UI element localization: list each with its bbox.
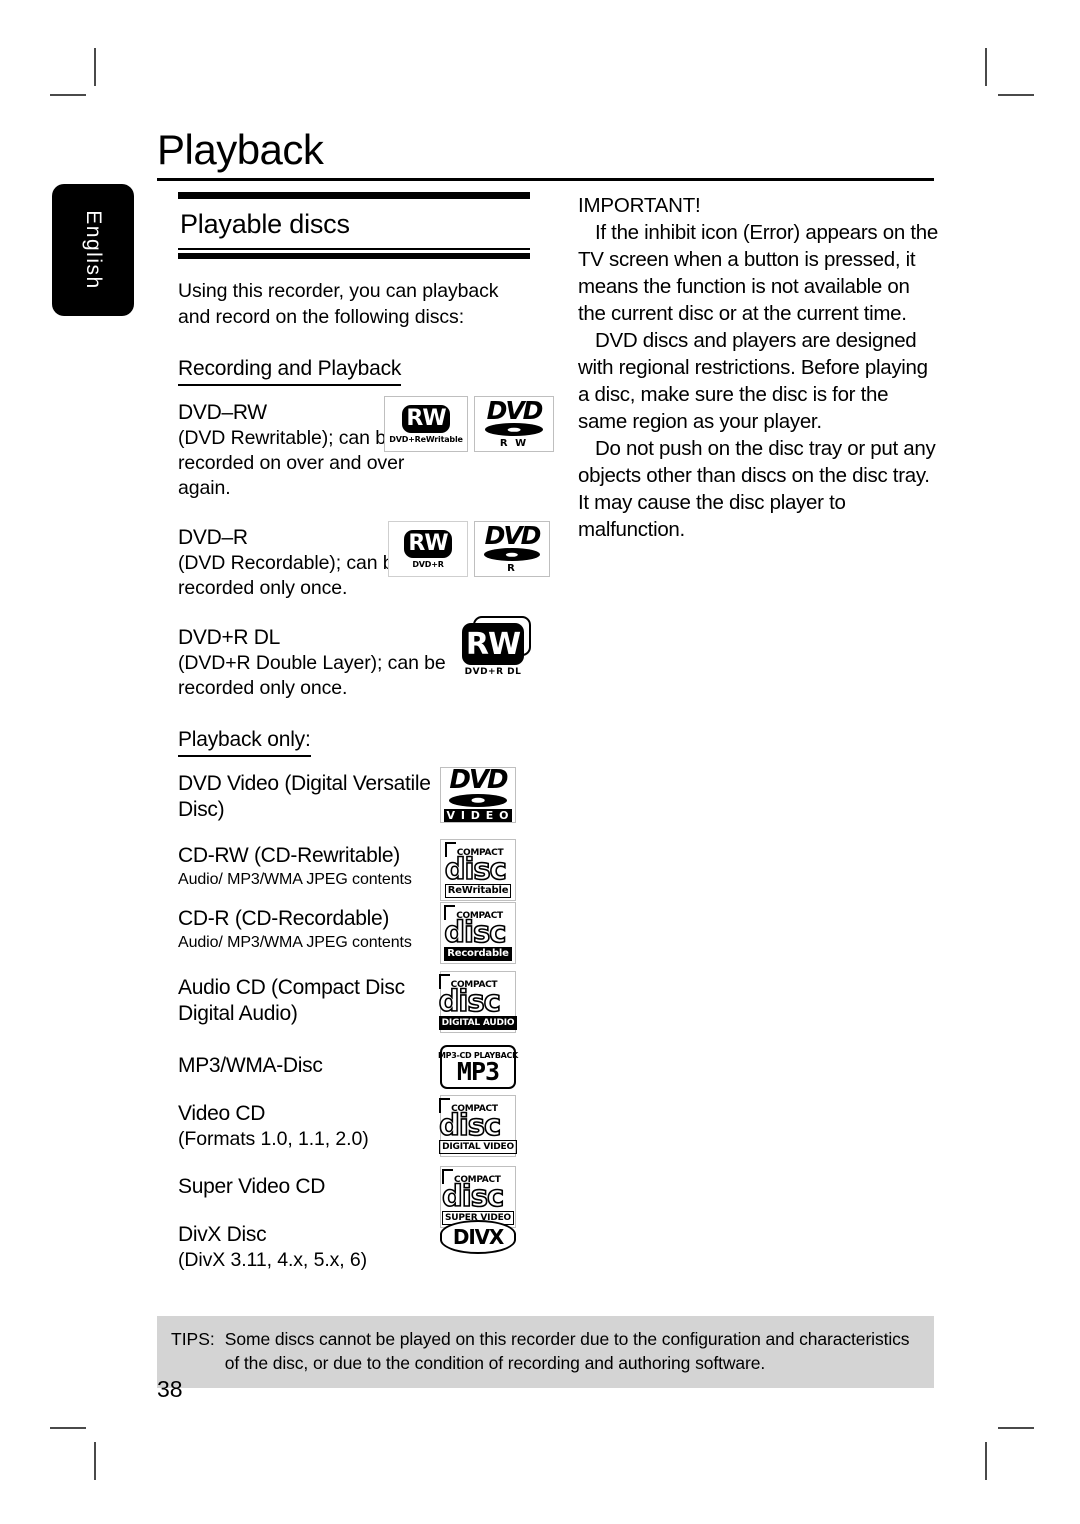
logo-caption: V I D E O	[443, 808, 513, 822]
disc-name: Super Video CD	[178, 1175, 326, 1198]
logo-group: COMPACT disc DIGITAL VIDEO	[438, 1095, 517, 1157]
logo-wordmark: DVD	[449, 765, 508, 796]
page-title-rule	[157, 178, 934, 181]
disc-name: CD-RW (CD-Rewritable)	[178, 844, 400, 867]
important-paragraph-3: Do not push on the disc tray or put any …	[578, 437, 936, 541]
language-tab: English	[52, 184, 134, 316]
logo-tag: DIGITAL VIDEO	[439, 1140, 517, 1154]
language-tab-label: English	[82, 210, 105, 290]
crop-mark-top-left-horizontal	[50, 94, 86, 96]
compact-disc-rewritable-logo: COMPACT disc ReWritable	[440, 839, 516, 901]
logo-group: COMPACT disc ReWritable	[440, 839, 516, 901]
disc-description: Audio/ MP3/WMA JPEG contents	[178, 934, 412, 951]
page-title: Playback	[157, 126, 324, 173]
disc-entry-dvd-video: DVD Video (Digital Versatile Disc) DVD V…	[178, 767, 530, 823]
disc-name: CD-R (CD-Recordable)	[178, 907, 390, 930]
dvd-rw-logo: DVD R W	[474, 396, 554, 452]
right-column: IMPORTANT! If the inhibit icon (Error) a…	[578, 192, 938, 543]
disc-name-line2: Disc)	[178, 798, 225, 821]
disc-name: Video CD	[178, 1102, 266, 1125]
logo-group: MP3-CD PLAYBACK MP3	[438, 1045, 518, 1089]
logo-caption: DVD+R	[412, 559, 444, 569]
disc-entry-mp3-wma: MP3/WMA-Disc MP3-CD PLAYBACK MP3	[178, 1045, 530, 1089]
logo-wordmark: disc	[441, 1179, 505, 1213]
left-column: Playable discs Using this recorder, you …	[178, 192, 554, 1273]
rw-dvd-plus-r-dl-logo: RW DVD+R DL	[462, 616, 531, 677]
disc-description: (DivX 3.11, 4.x, 5.x, 6)	[178, 1249, 368, 1271]
rw-dvd-plus-r-logo: RW DVD+R	[388, 521, 468, 577]
disc-entry-super-video-cd: Super Video CD COMPACT disc SUPER VIDEO	[178, 1166, 530, 1228]
section-heading: Playable discs	[180, 209, 350, 239]
disc-name: MP3/WMA-Disc	[178, 1054, 323, 1077]
disc-entry-dvd-rw: DVD–RW (DVD Rewritable); can be recorded…	[178, 396, 554, 501]
disc-entry-dvd-r: DVD–R (DVD Recordable); can be recorded …	[178, 521, 550, 601]
subhead-recording-playback: Recording and Playback	[178, 356, 401, 386]
section-rule-top	[178, 192, 530, 199]
logo-wordmark: DIVX	[452, 1225, 504, 1249]
logo-wordmark: disc	[443, 915, 507, 949]
dvd-r-logo: DVD R	[474, 521, 550, 577]
crop-mark-bottom-left-horizontal	[50, 1427, 86, 1429]
crop-mark-bottom-left-vertical	[94, 1442, 96, 1480]
logo-wordmark: disc	[438, 1108, 502, 1142]
logo-caption: R W	[499, 438, 529, 450]
logo-group: DIVX	[440, 1220, 516, 1254]
compact-disc-digital-video-logo: COMPACT disc DIGITAL VIDEO	[438, 1095, 517, 1157]
disc-name: DivX Disc	[178, 1223, 267, 1246]
disc-name: DVD+R DL	[178, 626, 281, 649]
page-number: 38	[157, 1376, 183, 1402]
rw-dvd-plus-rewritable-logo: RW DVD+ReWritable	[384, 396, 468, 452]
disc-description: (Formats 1.0, 1.1, 2.0)	[178, 1128, 369, 1150]
important-paragraph-2: DVD discs and players are designed with …	[578, 329, 928, 433]
logo-group: RW DVD+R DL	[462, 616, 531, 677]
disc-description: (DVD+R Double Layer); can be recorded on…	[178, 652, 446, 699]
disc-entry-audio-cd: Audio CD (Compact Disc Digital Audio) CO…	[178, 971, 530, 1033]
section-rule-bottom	[178, 253, 530, 259]
crop-mark-bottom-right-horizontal	[998, 1427, 1034, 1429]
logo-wordmark: disc	[444, 852, 508, 886]
compact-disc-recordable-logo: COMPACT disc Recordable	[440, 902, 516, 964]
logo-group: RW DVD+ReWritable DVD R W	[384, 396, 554, 452]
divx-logo: DIVX	[440, 1220, 516, 1254]
crop-mark-top-right-vertical	[985, 48, 987, 86]
tips-label: TIPS:	[171, 1329, 215, 1349]
tips-text: Some discs cannot be played on this reco…	[224, 1329, 910, 1373]
compact-disc-digital-audio-logo: COMPACT disc DIGITAL AUDIO	[438, 971, 518, 1033]
logo-wordmark: disc	[438, 984, 502, 1018]
intro-paragraph: Using this recorder, you can playback an…	[178, 280, 499, 328]
disc-name-line2: Digital Audio)	[178, 1002, 298, 1025]
disc-entry-video-cd: Video CD (Formats 1.0, 1.1, 2.0) COMPACT…	[178, 1095, 530, 1157]
logo-tag: DIGITAL AUDIO	[438, 1016, 518, 1030]
logo-group: COMPACT disc Recordable	[440, 902, 516, 964]
logo-group: RW DVD+R DVD R	[388, 521, 550, 577]
mp3-cd-playback-logo: MP3-CD PLAYBACK MP3	[438, 1045, 518, 1089]
disc-name: Audio CD (Compact Disc	[178, 976, 405, 999]
logo-group: COMPACT disc DIGITAL AUDIO	[438, 971, 518, 1033]
disc-entry-cd-r: CD-R (CD-Recordable) Audio/ MP3/WMA JPEG…	[178, 902, 530, 964]
disc-entry-cd-rw: CD-RW (CD-Rewritable) Audio/ MP3/WMA JPE…	[178, 839, 530, 901]
logo-tag: ReWritable	[444, 884, 512, 898]
logo-tag: Recordable	[444, 947, 512, 961]
important-paragraph-1: If the inhibit icon (Error) appears on t…	[578, 221, 938, 325]
disc-entry-dvd-plus-r-dl: DVD+R DL (DVD+R Double Layer); can be re…	[178, 616, 531, 701]
section-rule-middle	[178, 248, 530, 250]
logo-group: COMPACT disc SUPER VIDEO	[440, 1166, 516, 1228]
compact-disc-super-video-logo: COMPACT disc SUPER VIDEO	[440, 1166, 516, 1228]
disc-description: Audio/ MP3/WMA JPEG contents	[178, 871, 412, 888]
disc-entry-divx: DivX Disc (DivX 3.11, 4.x, 5.x, 6) DIVX	[178, 1220, 530, 1273]
disc-name: DVD Video (Digital Versatile	[178, 772, 431, 795]
subhead-playback-only: Playback only:	[178, 727, 311, 757]
important-heading: IMPORTANT!	[578, 194, 701, 217]
dvd-video-logo: DVD V I D E O	[440, 767, 516, 823]
logo-caption: DVD+R DL	[464, 667, 522, 677]
crop-mark-bottom-right-vertical	[985, 1442, 987, 1480]
tips-box: TIPS: Some discs cannot be played on thi…	[157, 1316, 934, 1388]
crop-mark-top-left-vertical	[94, 48, 96, 86]
logo-caption: DVD+ReWritable	[389, 434, 463, 444]
crop-mark-top-right-horizontal	[998, 94, 1034, 96]
logo-caption: R	[507, 563, 517, 575]
logo-wordmark: MP3	[456, 1056, 500, 1086]
logo-group: DVD V I D E O	[440, 767, 516, 823]
